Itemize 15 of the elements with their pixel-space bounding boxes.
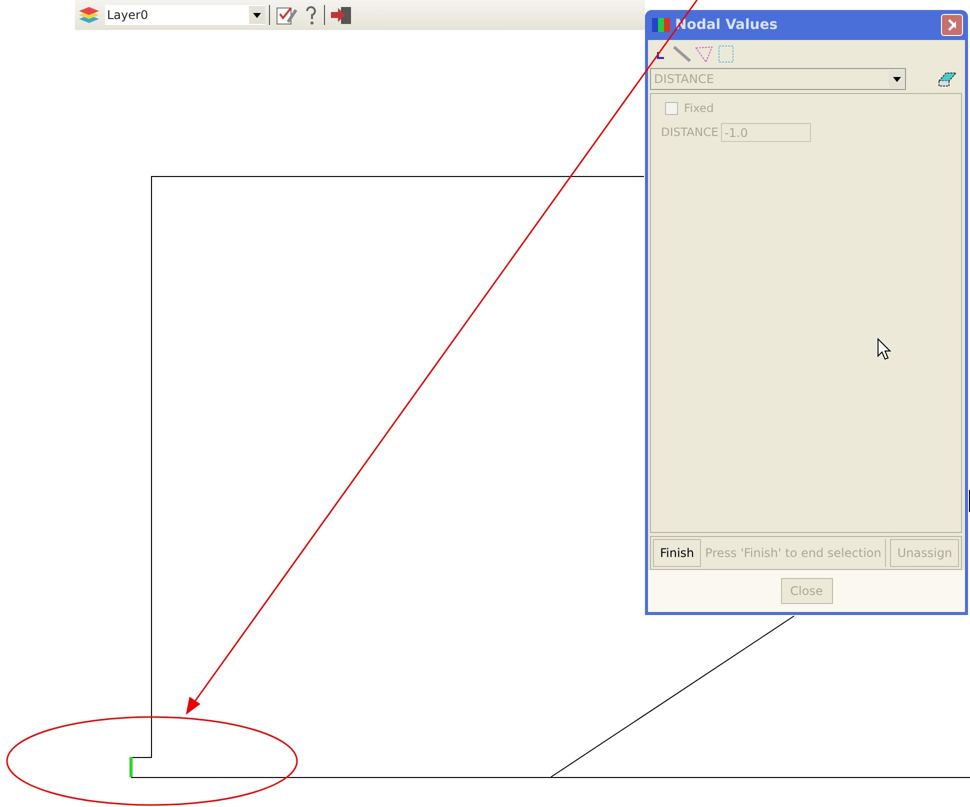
finish-button[interactable]: Finish xyxy=(653,539,702,567)
field-label: DISTANCE xyxy=(661,124,718,142)
close-icon[interactable] xyxy=(941,14,963,36)
selected-edge xyxy=(130,757,132,777)
mouse-pointer-icon xyxy=(878,338,892,360)
checkbox-label: Fixed xyxy=(684,100,714,117)
caret-icon xyxy=(253,12,261,18)
exit-icon[interactable] xyxy=(329,4,353,26)
layers-icon[interactable] xyxy=(77,4,101,26)
app-icon xyxy=(651,16,671,34)
surface-icon[interactable] xyxy=(694,44,714,64)
layer-dropdown[interactable]: Layer0 xyxy=(105,5,265,25)
edge-line xyxy=(969,490,970,512)
caret-icon xyxy=(893,76,901,82)
status-text: Press 'Finish' to end selection xyxy=(705,539,886,567)
